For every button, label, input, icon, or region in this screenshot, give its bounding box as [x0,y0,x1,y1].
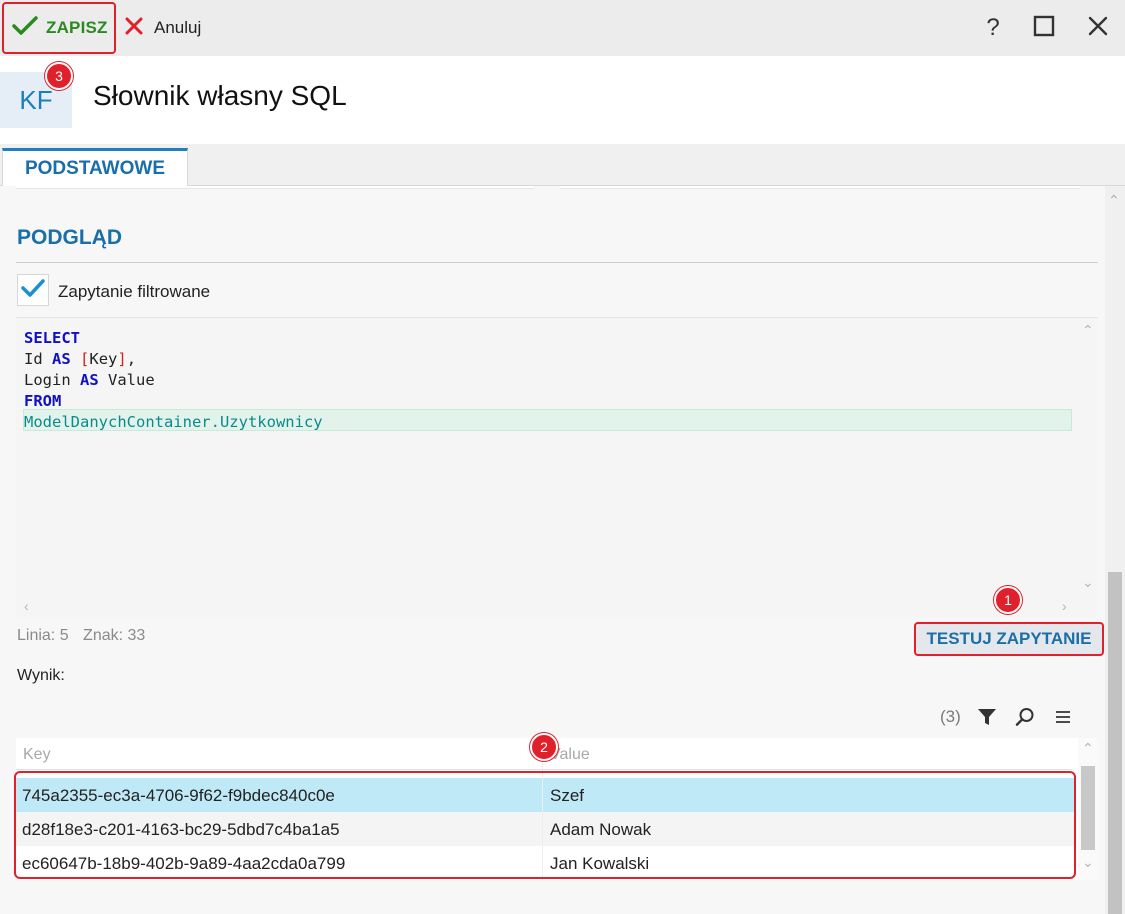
form-header: KF Słownik własny SQL [0,56,1125,144]
status-char: Znak: 33 [83,627,146,644]
scroll-up-icon[interactable]: ⌃ [1108,192,1120,209]
tab-bar: PODSTAWOWE [0,144,1125,187]
maximize-icon [1033,15,1055,42]
search-icon[interactable] [1013,705,1037,729]
scroll-down-icon[interactable]: ⌄ [1082,574,1094,591]
code-token: Login [24,371,80,389]
code-token: AS [80,371,99,389]
check-icon [21,278,45,303]
code-line[interactable]: SELECT [24,328,323,349]
rows-annotation-frame [14,771,1076,879]
hamburger-icon[interactable] [1051,705,1075,729]
tab-podstawowe[interactable]: PODSTAWOWE [2,148,188,187]
question-icon: ? [986,14,1000,41]
code-token: ModelDanychContainer.Uzytkownicy [24,413,323,431]
result-count: (3) [940,707,961,726]
close-icon [1087,15,1109,42]
field-remnant [16,186,534,189]
maximize-button[interactable] [1028,12,1060,44]
page-scrollbar[interactable]: ⌃ [1105,186,1125,914]
page-scrollbar-thumb[interactable] [1108,572,1122,914]
test-query-button[interactable]: TESTUJ ZAPYTANIE [914,622,1104,656]
code-token: Id [24,350,52,368]
check-icon [12,15,38,42]
status-line: Linia: 5 [17,627,69,644]
grid-toolbar: (3) [940,704,1075,730]
code-token: SELECT [24,329,80,347]
grid-scrollbar-thumb[interactable] [1081,766,1095,850]
code-line[interactable]: Login AS Value [24,370,323,391]
cancel-button-label: Anuluj [154,18,202,37]
code-token: Value [98,371,155,389]
cancel-button[interactable]: Anuluj [124,14,201,42]
scroll-down-icon[interactable]: ⌄ [1082,854,1094,871]
field-remnant [560,186,1080,189]
scroll-up-icon[interactable]: ⌃ [1082,740,1094,757]
filter-checkbox[interactable] [17,274,49,306]
x-icon [124,16,144,41]
code-token: , [126,350,137,368]
annotation-badge-3: 3 [45,62,73,90]
code-token: Key [89,350,118,368]
code-token: [ [80,350,90,368]
code-token: ] [117,350,127,368]
code-line[interactable]: Id AS [Key], [24,349,323,370]
sql-editor[interactable]: SELECT Id AS [Key], Login AS Value FROM Mode… [16,317,1098,617]
section-divider [16,262,1098,263]
save-button[interactable]: ZAPISZ [2,2,116,54]
code-token: FROM [24,392,62,410]
funnel-icon[interactable] [975,705,999,729]
filter-checkbox-label: Zapytanie filtrowane [58,282,211,301]
page-title: Słownik własny SQL [93,80,347,111]
annotation-badge-2: 2 [530,733,558,761]
scroll-left-icon[interactable]: ‹ [24,598,29,614]
scroll-right-icon[interactable]: › [1062,598,1067,614]
grid-scrollbar[interactable]: ⌃ ⌄ [1078,738,1098,880]
code-line[interactable]: FROM [24,391,323,412]
close-button[interactable] [1082,12,1114,44]
section-title: PODGLĄD [17,226,122,249]
save-button-label: ZAPISZ [46,18,108,37]
code-token: AS [52,350,71,368]
toolbar: ZAPISZ Anuluj ? [0,0,1125,56]
annotation-badge-1: 1 [994,586,1022,614]
result-label: Wynik: [17,667,65,684]
column-header-key[interactable]: Key [23,746,51,764]
code-line[interactable]: ModelDanychContainer.Uzytkownicy [24,412,323,433]
sql-code[interactable]: SELECT Id AS [Key], Login AS Value FROM Mode… [24,328,323,433]
help-button[interactable]: ? [977,12,1009,44]
editor-status: Linia: 5 Znak: 33 [17,627,155,645]
scroll-up-icon[interactable]: ⌃ [1082,322,1094,339]
